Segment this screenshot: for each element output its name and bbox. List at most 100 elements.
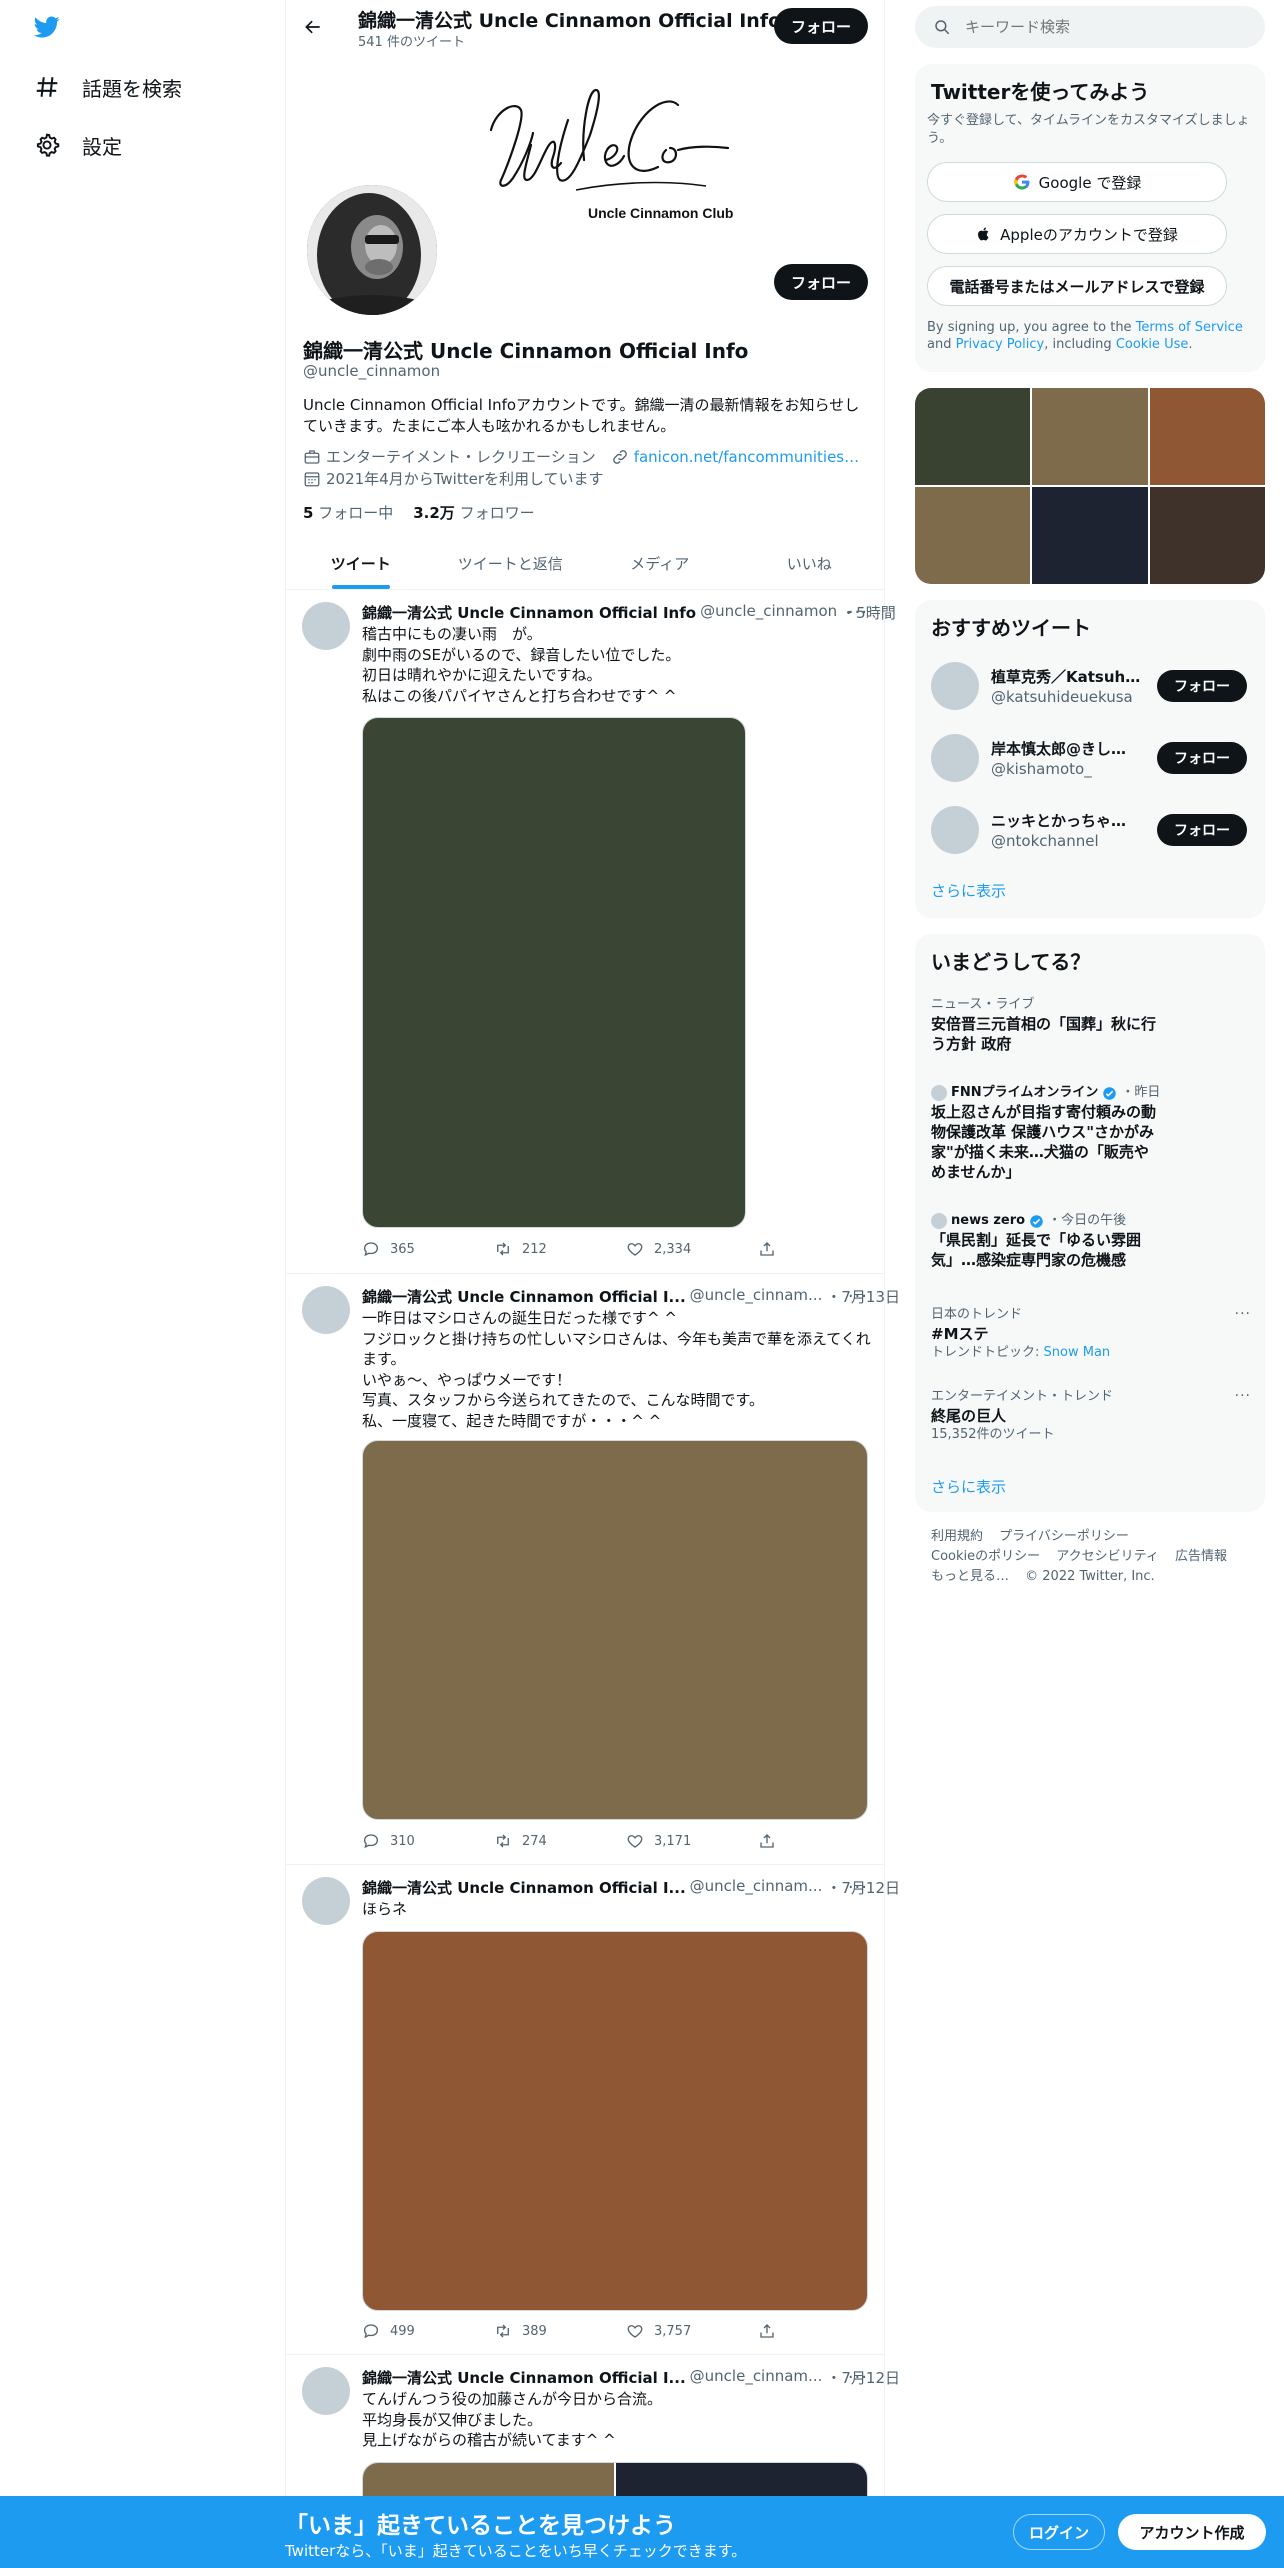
verified-badge-icon: [1029, 1214, 1044, 1229]
media-thumb[interactable]: [1149, 388, 1265, 485]
profile-follow-button[interactable]: フォロー: [774, 264, 868, 300]
retweet-button[interactable]: 389: [494, 2322, 626, 2340]
footer-link[interactable]: 広告情報: [1175, 1549, 1227, 1564]
tweet-author-name[interactable]: 錦織一清公式 Uncle Cinnamon Official I...: [362, 1877, 686, 1898]
profile-joined: 2021年4月からTwitterを利用しています: [303, 468, 604, 489]
footer-link[interactable]: 利用規約: [931, 1529, 983, 1544]
tweet-author-handle[interactable]: @uncle_cinnamon: [700, 602, 837, 623]
like-button[interactable]: 2,334: [626, 1240, 758, 1258]
tab-tweets[interactable]: ツイート: [286, 537, 436, 589]
trend-item[interactable]: FNNプライムオンライン ・昨日 坂上忍さんが目指す寄付頼みの動物保護改革 保護…: [931, 1084, 1161, 1182]
tab-tweets-and-replies[interactable]: ツイートと返信: [436, 537, 586, 589]
header-name: 錦織一清公式 Uncle Cinnamon Official Info: [358, 10, 782, 32]
heart-icon: [626, 2322, 644, 2340]
tab-likes[interactable]: いいね: [735, 537, 885, 589]
share-button[interactable]: [758, 1832, 890, 1850]
share-button[interactable]: [758, 1240, 890, 1258]
privacy-link[interactable]: Privacy Policy: [956, 337, 1045, 352]
suggested-account[interactable]: 植草克秀／Katsuhide... @katsuhideuekusa フォロー: [931, 662, 1251, 712]
avatar[interactable]: [931, 806, 979, 854]
media-thumb[interactable]: [1032, 388, 1148, 485]
signup-subtitle: 今すぐ登録して、タイムラインをカスタマイズしましょう。: [927, 113, 1250, 146]
like-button[interactable]: 3,171: [626, 1832, 758, 1850]
tweet[interactable]: 錦織一清公式 Uncle Cinnamon Official Info @unc…: [286, 590, 896, 1274]
media-thumb[interactable]: [915, 487, 1031, 584]
follow-button[interactable]: フォロー: [1157, 814, 1247, 846]
followers-link[interactable]: 3.2万 フォロワー: [413, 502, 534, 523]
tweet-avatar[interactable]: [302, 1286, 350, 1334]
signup-button[interactable]: アカウント作成: [1118, 2514, 1266, 2550]
footer-link[interactable]: もっと見る…: [931, 1569, 1009, 1584]
footer-link[interactable]: プライバシーポリシー: [999, 1529, 1129, 1544]
avatar[interactable]: [931, 662, 979, 710]
tweet-author-handle[interactable]: @uncle_cinnam...: [690, 2367, 823, 2388]
footer-link[interactable]: アクセシビリティ: [1056, 1549, 1159, 1564]
more-options-icon[interactable]: ···: [848, 1286, 868, 1307]
trend-item[interactable]: 日本のトレンド #Mステ トレンドトピック: Snow Man ···: [931, 1306, 1251, 1362]
reply-button[interactable]: 499: [362, 2322, 494, 2340]
phone-email-signup-button[interactable]: 電話番号またはメールアドレスで登録: [927, 266, 1227, 306]
retweet-button[interactable]: 212: [494, 1240, 626, 1258]
profile-avatar[interactable]: [303, 181, 441, 319]
tweet-author-name[interactable]: 錦織一清公式 Uncle Cinnamon Official Info: [362, 602, 696, 623]
tweet[interactable]: 錦織一清公式 Uncle Cinnamon Official I... @unc…: [286, 1865, 900, 2355]
apple-signup-button[interactable]: Appleのアカウントで登録: [927, 214, 1227, 254]
show-more-link[interactable]: さらに表示: [931, 880, 1006, 901]
profile-name: 錦織一清公式 Uncle Cinnamon Official Info: [303, 339, 749, 363]
more-options-icon[interactable]: ···: [848, 1877, 868, 1898]
share-button[interactable]: [758, 2322, 890, 2340]
trend-item[interactable]: news zero ・今日の午後 「県民割」延長で「ゆるい雰囲気」…感染症専門家…: [931, 1212, 1161, 1270]
media-thumb[interactable]: [1149, 487, 1265, 584]
search-box[interactable]: [915, 6, 1265, 48]
follow-button[interactable]: フォロー: [1157, 670, 1247, 702]
twitter-logo-icon[interactable]: [32, 14, 62, 40]
footer-link[interactable]: Cookieのポリシー: [931, 1549, 1040, 1564]
suggested-account[interactable]: 岸本慎太郎@きしゃ... @kishamoto_ フォロー: [931, 734, 1251, 784]
tweet-author-name[interactable]: 錦織一清公式 Uncle Cinnamon Official I...: [362, 1286, 686, 1307]
nav-item-settings[interactable]: 設定: [34, 120, 122, 170]
suggested-account[interactable]: ニッキとかっちゃん... @ntokchannel フォロー: [931, 806, 1251, 856]
trend-item[interactable]: エンターテイメント・トレンド 終尾の巨人 15,352件のツイート ···: [931, 1388, 1251, 1444]
more-options-icon[interactable]: ···: [1235, 1306, 1251, 1322]
more-options-icon[interactable]: ···: [848, 602, 868, 623]
tweet[interactable]: 錦織一清公式 Uncle Cinnamon Official I... @unc…: [286, 1274, 900, 1865]
profile-handle: @uncle_cinnamon: [303, 362, 441, 380]
follow-button[interactable]: フォロー: [1157, 742, 1247, 774]
trend-item[interactable]: ニュース・ライブ 安倍晋三元首相の「国葬」秋に行う方針 政府: [931, 996, 1161, 1054]
cookie-link[interactable]: Cookie Use: [1116, 337, 1189, 352]
show-more-link[interactable]: さらに表示: [931, 1476, 1006, 1497]
retweet-count: 212: [522, 1241, 547, 1257]
tab-media[interactable]: メディア: [585, 537, 735, 589]
tweet-author-handle[interactable]: @uncle_cinnam...: [690, 1286, 823, 1307]
nav-item-explore[interactable]: 話題を検索: [34, 62, 182, 112]
more-options-icon[interactable]: ···: [848, 2367, 868, 2388]
google-signup-button[interactable]: Google で登録: [927, 162, 1227, 202]
login-prompt-bar: 「いま」起きていることを見つけよう Twitterなら、「いま」起きていることを…: [0, 2496, 1284, 2568]
reply-button[interactable]: 365: [362, 1240, 494, 1258]
back-arrow-icon[interactable]: [298, 12, 328, 42]
media-thumb[interactable]: [915, 388, 1031, 485]
tweet-media[interactable]: [362, 1440, 868, 1820]
more-options-icon[interactable]: ···: [1235, 1388, 1251, 1404]
tweet-media[interactable]: [362, 717, 746, 1228]
header-follow-button[interactable]: フォロー: [774, 8, 868, 44]
profile-url[interactable]: fanicon.net/fancommunities…: [634, 448, 859, 466]
tweet-actions: 365 212 2,334: [362, 1239, 890, 1259]
tweet-author-name[interactable]: 錦織一清公式 Uncle Cinnamon Official I...: [362, 2367, 686, 2388]
tweet-avatar[interactable]: [302, 602, 350, 650]
reply-button[interactable]: 310: [362, 1832, 494, 1850]
terms-link[interactable]: Terms of Service: [1136, 320, 1243, 335]
following-link[interactable]: 5 フォロー中: [303, 502, 393, 523]
like-button[interactable]: 3,757: [626, 2322, 758, 2340]
search-input[interactable]: [965, 18, 1225, 36]
tweet-avatar[interactable]: [302, 2367, 350, 2415]
terms-text: By signing up, you agree to the Terms of…: [927, 320, 1243, 352]
tweet-media[interactable]: [362, 1931, 868, 2311]
avatar[interactable]: [931, 734, 979, 782]
tweet-avatar[interactable]: [302, 1877, 350, 1925]
media-thumb[interactable]: [1032, 487, 1148, 584]
tweet-author-handle[interactable]: @uncle_cinnam...: [690, 1877, 823, 1898]
tweet-actions: 310 274 3,171: [362, 1831, 890, 1851]
retweet-button[interactable]: 274: [494, 1832, 626, 1850]
login-button[interactable]: ログイン: [1013, 2514, 1105, 2550]
